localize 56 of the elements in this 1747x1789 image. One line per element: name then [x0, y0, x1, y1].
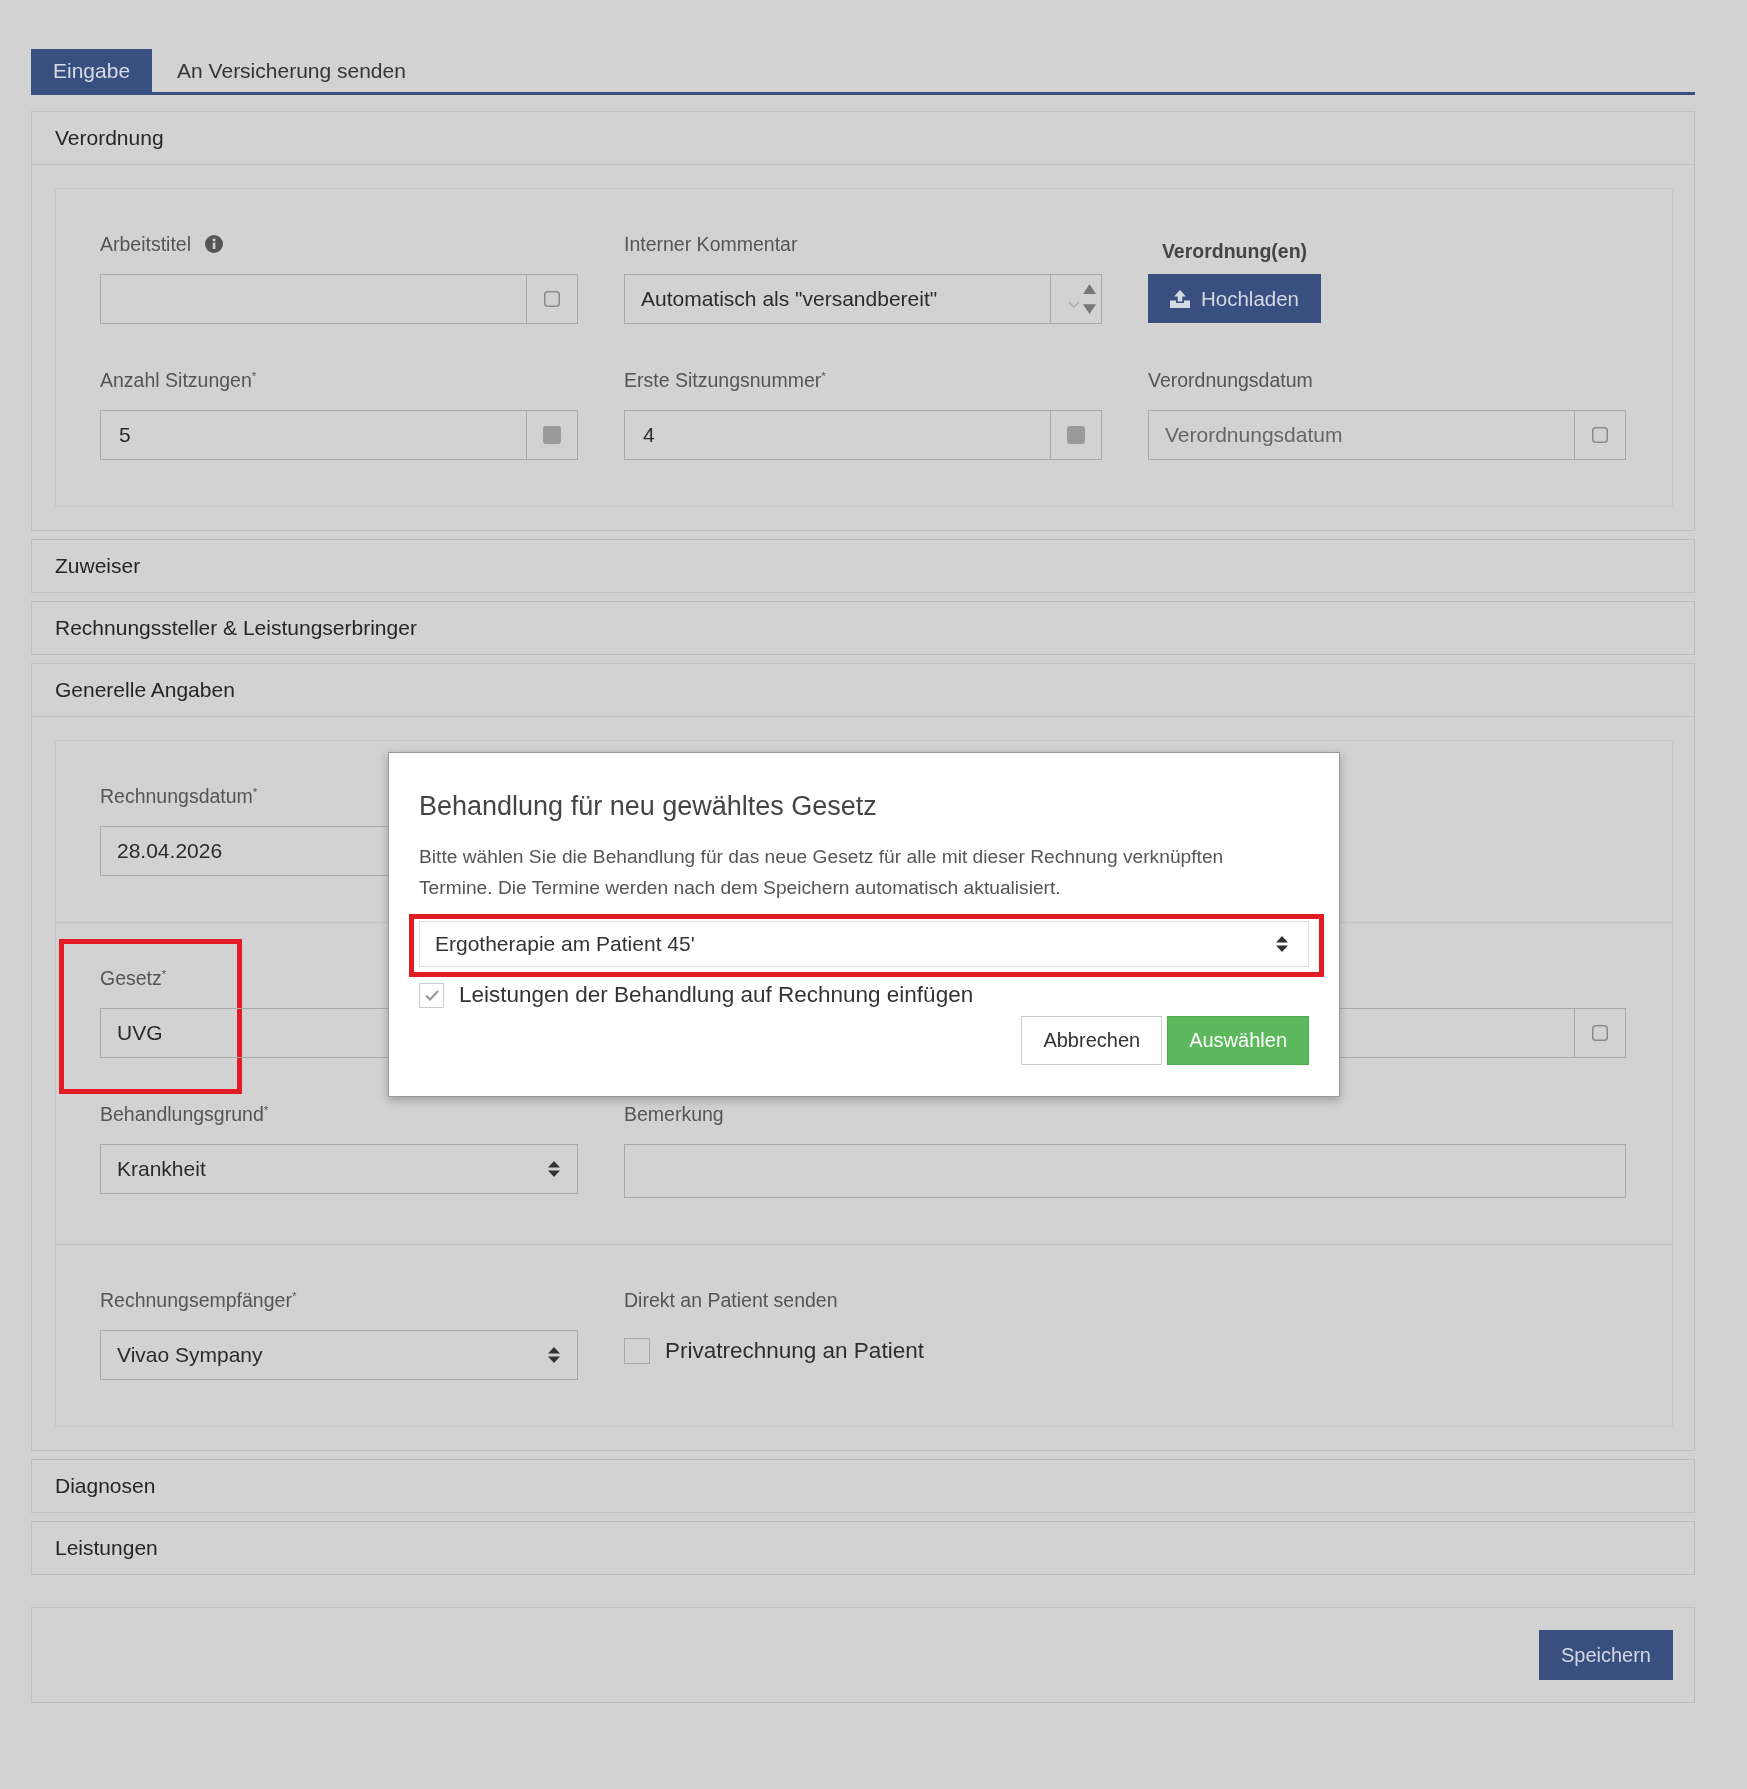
triangle-down-icon [1083, 304, 1096, 314]
field-label: Rechnungsempfänger$^{*}$ [100, 1290, 297, 1310]
upload-icon [1170, 289, 1190, 308]
field-label: Verordnung(en) [1161, 241, 1308, 261]
triangle-up-icon [1083, 284, 1096, 294]
input-field[interactable]: 4 [624, 410, 1051, 460]
tab[interactable]: An Versicherung senden [155, 49, 428, 92]
select-field[interactable]: Vivao Sympany [100, 1330, 578, 1380]
square-icon [1067, 426, 1085, 444]
input-field[interactable]: 5 [100, 410, 527, 460]
square-icon [543, 426, 561, 444]
checkbox-label: Privatrechnung an Patient [665, 1338, 924, 1364]
textarea-field[interactable]: Automatisch als "versandbereit" [624, 274, 1051, 324]
addon-button[interactable] [1575, 410, 1626, 460]
field-label: Direkt an Patient senden [624, 1290, 838, 1310]
section-header[interactable]: Diagnosen [32, 1460, 1694, 1512]
cancel-button[interactable]: Abbrechen [1021, 1016, 1163, 1065]
scroll-control[interactable] [1051, 274, 1102, 324]
section-header[interactable]: Zuweiser [32, 540, 1694, 592]
square-icon [1592, 427, 1608, 443]
checkbox-label: Leistungen der Behandlung auf Rechnung einfügen [459, 982, 974, 1008]
field-label: Anzahl Sitzungen$^{*}$ [100, 370, 257, 390]
caret-icon [1276, 936, 1288, 952]
select-field[interactable]: Ergotherapie am Patient 45' [419, 921, 1309, 967]
save-button[interactable]: Speichern [1538, 1630, 1673, 1680]
square-icon [1592, 1025, 1608, 1041]
input-field[interactable]: Verordnungsdatum [1148, 410, 1575, 460]
square-icon [544, 291, 560, 307]
addon-button[interactable] [527, 410, 578, 460]
field-label: Erste Sitzungsnummer$^{*}$ [624, 370, 826, 390]
dialog-title: Behandlung für neu gewähltes Gesetz [419, 791, 878, 821]
caret-icon [548, 1347, 560, 1363]
check-icon [424, 989, 439, 1001]
field-label: Interner Kommentar [624, 234, 798, 254]
field-label: Behandlungsgrund$^{*}$ [100, 1104, 269, 1124]
section-header[interactable]: Generelle Angaben [32, 664, 1694, 717]
checkbox[interactable] [419, 982, 444, 1008]
checkbox[interactable] [624, 1338, 650, 1364]
caret-icon [548, 1161, 560, 1177]
addon-button[interactable] [527, 274, 578, 324]
addon-button[interactable] [1575, 1008, 1626, 1058]
field-label: Rechnungsdatum$^{*}$ [100, 786, 258, 806]
field-label: Arbeitstitel [100, 234, 192, 254]
tab[interactable]: Eingabe [31, 49, 153, 92]
textarea-field[interactable] [624, 1144, 1626, 1198]
field-label: Bemerkung [624, 1104, 724, 1124]
upload-button[interactable]: Hochladen [1148, 274, 1321, 323]
field-label: Gesetz$^{*}$ [100, 968, 167, 988]
input-field[interactable] [100, 274, 527, 324]
chevron-down-icon [1068, 300, 1080, 308]
section-header[interactable]: Rechnungssteller & Leistungserbringer [32, 602, 1694, 654]
section-header[interactable]: Verordnung [32, 112, 1694, 165]
addon-button[interactable] [1051, 410, 1102, 460]
section-header[interactable]: Leistungen [32, 1522, 1694, 1574]
select-field[interactable]: Krankheit [100, 1144, 578, 1194]
field-label: Verordnungsdatum [1148, 370, 1313, 390]
